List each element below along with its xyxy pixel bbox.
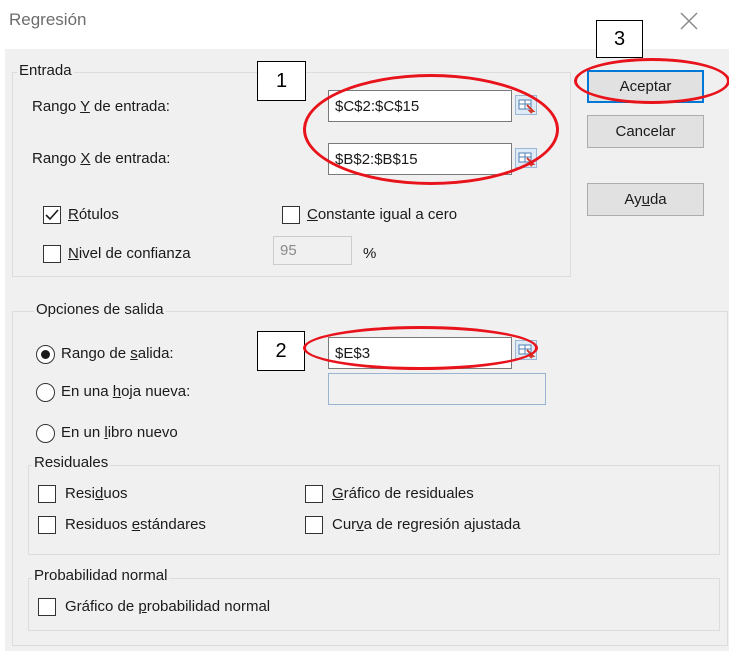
residuals-group [28, 465, 720, 555]
new-sheet-label: En una hoja nueva: [61, 383, 191, 400]
normal-plot-checkbox[interactable] [38, 598, 56, 616]
output-group-legend: Opciones de salida [34, 301, 166, 318]
x-range-label: Rango X de entrada: [32, 150, 171, 167]
labels-checkbox-label: Rótulos [68, 206, 119, 223]
residuals-label: Residuos [65, 485, 128, 502]
labels-checkbox[interactable] [43, 206, 61, 224]
new-sheet-radio[interactable] [36, 383, 55, 402]
highlight-oval-input-ranges [303, 74, 559, 185]
callout-1: 1 [257, 61, 306, 101]
close-icon[interactable] [676, 8, 702, 34]
fit-line-plot-label: Curva de regresión ajustada [332, 516, 521, 533]
output-range-label: Rango de salida: [61, 345, 174, 362]
new-book-radio[interactable] [36, 424, 55, 443]
normal-prob-group-legend: Probabilidad normal [32, 567, 170, 584]
std-residuals-label: Residuos estándares [65, 516, 206, 533]
dialog-title: Regresión [9, 10, 87, 29]
new-book-label: En un libro nuevo [61, 424, 178, 441]
std-residuals-checkbox[interactable] [38, 516, 56, 534]
highlight-oval-accept [574, 58, 729, 104]
residual-plot-label: Gráfico de residuales [332, 485, 474, 502]
callout-3: 3 [596, 20, 643, 58]
help-button[interactable]: Ay u da [587, 183, 704, 216]
confidence-label: Nivel de confianza [68, 245, 191, 262]
constant-zero-checkbox[interactable] [282, 206, 300, 224]
y-range-label: Rango Y de entrada: [32, 98, 170, 115]
constant-zero-label: Constante igual a cero [307, 206, 458, 223]
input-group-legend: Entrada [17, 62, 74, 79]
confidence-checkbox[interactable] [43, 245, 61, 263]
residuals-group-legend: Residuales [32, 454, 111, 471]
checkmark-icon [45, 209, 59, 221]
radio-selected-dot [41, 350, 50, 359]
output-range-radio[interactable] [36, 345, 55, 364]
callout-2: 2 [257, 331, 305, 371]
percent-sign: % [363, 245, 377, 262]
highlight-oval-output-range [303, 326, 538, 370]
confidence-level-input[interactable]: 95 [273, 236, 352, 265]
residuals-checkbox[interactable] [38, 485, 56, 503]
new-sheet-input[interactable] [328, 373, 546, 405]
residual-plot-checkbox[interactable] [305, 485, 323, 503]
fit-line-plot-checkbox[interactable] [305, 516, 323, 534]
cancel-button[interactable]: Cancelar [587, 115, 704, 148]
normal-plot-label: Gráfico de probabilidad normal [65, 598, 271, 615]
